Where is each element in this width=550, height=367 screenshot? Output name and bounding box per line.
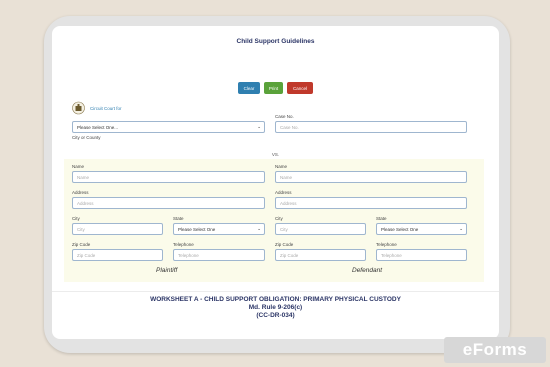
plaintiff-phone-label: Telephone <box>173 242 194 247</box>
plaintiff-state-label: State <box>173 216 184 221</box>
plaintiff-address-field[interactable]: Address <box>72 197 265 209</box>
chevron-down-icon: ⌄ <box>459 226 463 231</box>
page-title: Child Support Guidelines <box>236 38 315 45</box>
section-divider <box>52 291 499 292</box>
cancel-button[interactable]: Cancel <box>287 82 313 94</box>
court-select[interactable]: Please Select One... ⌄ <box>72 121 265 133</box>
chevron-down-icon: ⌄ <box>257 124 261 129</box>
clear-button[interactable]: Clear <box>238 82 260 94</box>
defendant-state-value: Please Select One <box>381 226 419 232</box>
defendant-zip-label: Zip Code <box>275 242 294 247</box>
plaintiff-phone-field[interactable]: Telephone <box>173 249 265 261</box>
plaintiff-address-label: Address <box>72 190 89 195</box>
court-seal-icon <box>72 101 85 115</box>
case-no-label: Case No. <box>275 114 294 119</box>
defendant-state-select[interactable]: Please Select One ⌄ <box>376 223 467 235</box>
defendant-name-field[interactable]: Name <box>275 171 467 183</box>
defendant-caption: Defendant <box>352 267 382 274</box>
worksheet-form-code: (CC-DR-034) <box>256 312 295 319</box>
defendant-city-field[interactable]: City <box>275 223 366 235</box>
worksheet-heading: WORKSHEET A - CHILD SUPPORT OBLIGATION: … <box>52 296 499 320</box>
vs-label: VS. <box>271 152 280 157</box>
defendant-address-label: Address <box>275 190 292 195</box>
defendant-address-field[interactable]: Address <box>275 197 467 209</box>
plaintiff-state-select[interactable]: Please Select One ⌄ <box>173 223 265 235</box>
defendant-phone-label: Telephone <box>376 242 397 247</box>
plaintiff-zip-label: Zip Code <box>72 242 91 247</box>
defendant-state-label: State <box>376 216 387 221</box>
plaintiff-name-label: Name <box>72 164 85 169</box>
defendant-name-label: Name <box>275 164 288 169</box>
city-county-label: City or County <box>72 135 101 140</box>
defendant-city-label: City <box>275 216 283 221</box>
plaintiff-city-field[interactable]: City <box>72 223 163 235</box>
action-buttons: Clear Print Cancel <box>52 82 499 94</box>
eforms-watermark-logo: eForms <box>444 337 546 363</box>
case-no-field[interactable]: Case No. <box>275 121 467 133</box>
chevron-down-icon: ⌄ <box>257 226 261 231</box>
plaintiff-state-value: Please Select One <box>178 226 216 232</box>
circuit-court-label: Circuit Court for <box>90 106 122 111</box>
print-button[interactable]: Print <box>264 82 283 94</box>
form-screen: Child Support Guidelines Clear Print Can… <box>52 26 499 339</box>
defendant-zip-field[interactable]: Zip Code <box>275 249 366 261</box>
worksheet-rule: Md. Rule 9-206(c) <box>248 304 303 311</box>
worksheet-title: WORKSHEET A - CHILD SUPPORT OBLIGATION: … <box>150 296 401 303</box>
plaintiff-city-label: City <box>72 216 80 221</box>
court-select-value: Please Select One... <box>77 124 119 130</box>
defendant-phone-field[interactable]: Telephone <box>376 249 467 261</box>
plaintiff-name-field[interactable]: Name <box>72 171 265 183</box>
plaintiff-zip-field[interactable]: Zip Code <box>72 249 163 261</box>
plaintiff-caption: Plaintiff <box>156 267 178 274</box>
